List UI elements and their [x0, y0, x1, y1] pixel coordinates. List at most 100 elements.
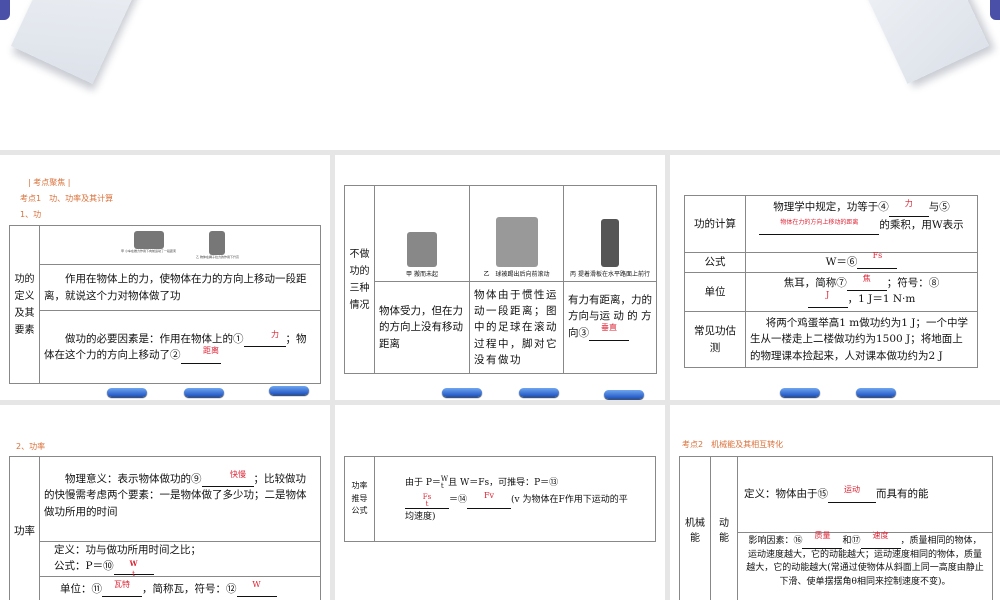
caption: 乙 球被踢出后向前滚动	[483, 271, 550, 279]
slide-thumbnail-6[interactable]: 考点2 机械能及其相互转化 机械能 动能 定义：物体由于⑮ 运动 而具有的能 影响因…	[670, 405, 1000, 600]
topic-title: 考点2 机械能及其相互转化	[682, 440, 784, 449]
row-label: 功的定义及其要素	[9, 225, 40, 384]
decorative-shape-left	[10, 0, 140, 84]
text: ；符号：⑧	[886, 277, 940, 289]
definition-cell: 定义：功与做功所用时间之比； 公式：P＝⑩ Wt	[39, 541, 321, 577]
meaning-cell: 物理意义：表示物体做功的⑨ 快慢 ；比较做功的快慢需考虑两个要素：一是物体做了多少功…	[39, 456, 321, 542]
text: 而具有的能	[876, 488, 929, 501]
person-lifting-image	[407, 232, 437, 268]
definition-text: 作用在物体上的力，使物体在力的方向上移动一段距离，就说这个力对物体做了功	[44, 273, 307, 302]
answer-13-denominator: t	[425, 500, 429, 509]
text: 焦耳，简称⑦	[783, 277, 847, 289]
image-cell-c: 丙 提着滑板在水平路面上前行	[563, 185, 657, 282]
answer-6: Fs	[872, 251, 883, 261]
unit-cell: 焦耳，简称⑦ 焦 ；符号：⑧ J ，1 J＝1 N·m	[745, 272, 978, 312]
text: 由于 P＝	[405, 478, 441, 488]
derivation-cell: 由于 P＝ Wt 且 W＝Fs，可推导：P＝⑬ Fs t ＝⑭ Fv (v 为物体在F作用下…	[374, 456, 656, 542]
desc-b: 物体由于惯性运动一段距离；图中的足球在滚动过程中，脚对它没有做功	[469, 281, 564, 374]
nav-button-2[interactable]	[856, 388, 896, 397]
slide-thumbnail-1[interactable]: | 考点聚焦 | 考点1 功、功率及其计算 1、功 功的定义及其要素 甲 小车在…	[0, 155, 330, 400]
illustration-row: 甲 小车在推力作用下向前运动了一段距离 乙 物体在绳子拉力的作用下升高	[39, 225, 321, 265]
subsection-title: 1、功	[20, 210, 42, 219]
caption: 丙 提着滑板在水平路面上前行	[570, 271, 650, 279]
desc-c: 有力有距离，力的方向与运 动 的 方 向③ 垂直	[563, 281, 657, 374]
answer-2: 距离	[203, 345, 219, 355]
slide-thumbnail-3[interactable]: 功的计算 物理学中规定，功等于④ 力 与⑤ 物体在力的方向上移动的距离 的乘积，用W表示…	[670, 155, 1000, 400]
caption: 甲 搬而未起	[406, 271, 438, 279]
decorative-shape-left-blue	[0, 0, 10, 20]
decorative-shape-right-blue	[990, 0, 1000, 20]
nav-button-3[interactable]	[269, 386, 309, 395]
answer-16: 质量	[814, 530, 831, 540]
text: 做功的必要因素是：作用在物体上的①	[65, 333, 244, 345]
text: 定义：功与做功所用时间之比；	[54, 544, 201, 556]
text: 物体受力，但在力的方向上没有移动距离	[379, 305, 463, 350]
soccer-image	[495, 217, 538, 268]
text: 物理学中规定，功等于④	[773, 201, 889, 213]
answer-3: 垂直	[601, 323, 617, 333]
image-cell-b: 乙 球被踢出后向前滚动	[469, 185, 564, 282]
topic-title: 考点1 功、功率及其计算	[20, 194, 114, 203]
answer-12: W	[252, 579, 261, 589]
nav-button-1[interactable]	[107, 388, 147, 397]
text: ，1 J＝1 N·m	[847, 293, 916, 306]
definition-cell: 定义：物体由于⑮ 运动 而具有的能	[737, 456, 993, 533]
text: 与⑤	[928, 201, 950, 213]
row-label: 常见功估测	[684, 311, 746, 368]
row-label: 功的计算	[684, 195, 746, 253]
boy-skateboard-image	[601, 219, 619, 268]
caption: 甲 小车在推力作用下向前运动了一段距离	[121, 248, 176, 253]
text: 和⑰	[842, 536, 861, 546]
row-label-mechanical-energy: 机械能	[679, 456, 711, 600]
subsection-title: 2、功率	[16, 442, 46, 451]
estimate-cell: 将两个鸡蛋举高1 m做功约为1 J；一个中学生从一楼走上二楼做功约为1500 J…	[745, 311, 978, 368]
caption: 乙 物体在绳子拉力的作用下升高	[196, 254, 239, 259]
answer-1: 力	[271, 329, 279, 339]
factors-cell: 影响因素：⑯质量和⑰速度，质量相同的物体，运动速度越大，它的动能越大；运动速度相…	[737, 530, 993, 600]
answer-4: 力	[904, 199, 913, 209]
text: 物体由于惯性运动一段距离；图中的足球在滚动过程中，脚对它没有做功	[474, 288, 558, 366]
row-label: 公式	[684, 252, 746, 273]
text: ＝⑭	[449, 495, 468, 506]
answer-8: J	[826, 289, 830, 299]
text: 影响因素：⑯	[748, 536, 803, 546]
row-label: 单位	[684, 272, 746, 312]
slide-thumbnail-5[interactable]: 功率推导公式 由于 P＝ Wt 且 W＝Fs，可推导：P＝⑬ Fs t ＝⑭ Fv (v 为…	[335, 405, 665, 600]
answer-17: 速度	[872, 530, 889, 540]
answer-9: 快慢	[230, 469, 246, 479]
answer-11: 瓦特	[114, 579, 130, 589]
row-label-kinetic-energy: 动能	[710, 456, 738, 600]
text: 的乘积，用W表示	[879, 218, 964, 231]
answer-5: 物体在力的方向上移动的距离	[780, 219, 859, 227]
nav-button-2[interactable]	[184, 388, 224, 397]
text: 物理意义：表示物体做功的⑨	[65, 473, 202, 485]
answer-14: Fv	[483, 491, 495, 501]
formula-cell: W＝⑥ Fs	[745, 251, 978, 273]
lift-image	[209, 230, 226, 255]
nav-button-3[interactable]	[604, 390, 644, 399]
slide-thumbnail-4[interactable]: 2、功率 功率 物理意义：表示物体做功的⑨ 快慢 ；比较做功的快慢需考虑两个要素：一…	[0, 405, 330, 600]
answer-15: 运动	[844, 485, 860, 495]
text: ，简称瓦，符号：⑫	[142, 583, 237, 595]
image-cell-a: 甲 搬而未起	[374, 185, 470, 282]
slide-thumbnail-2[interactable]: 不做功的三种情况 甲 搬而未起 乙 球被踢出后向前滚动 丙 提着滑板在水平路面上…	[335, 155, 665, 400]
calc-cell: 物理学中规定，功等于④ 力 与⑤ 物体在力的方向上移动的距离 的乘积，用W表示	[745, 195, 978, 253]
factors-cell: 做功的必要因素是：作用在物体上的① 力；物体在这个力的方向上移动了② 距离	[39, 310, 321, 384]
row-label: 功率推导公式	[344, 456, 375, 542]
nav-button-1[interactable]	[780, 388, 820, 397]
text: 将两个鸡蛋举高1 m做功约为1 J；一个中学生从一楼走上二楼做功约为1500 J…	[750, 317, 968, 362]
text: 定义：物体由于⑮	[744, 488, 828, 501]
unit-cell: 单位：⑪ 瓦特 ，简称瓦，符号：⑫ W	[39, 576, 321, 600]
decorative-shape-right	[860, 0, 990, 84]
title-banner	[0, 0, 1000, 150]
row-label: 功率	[9, 456, 40, 600]
desc-a: 物体受力，但在力的方向上没有移动距离	[374, 281, 470, 374]
answer-7: 焦	[862, 273, 871, 283]
nav-button-1[interactable]	[442, 388, 482, 397]
section-header: | 考点聚焦 |	[28, 178, 71, 187]
nav-button-2[interactable]	[519, 388, 559, 397]
text: 单位：⑪	[60, 583, 102, 595]
definition-cell: 作用在物体上的力，使物体在力的方向上移动一段距离，就说这个力对物体做了功	[39, 264, 321, 311]
text: 公式：P＝⑩	[54, 560, 114, 573]
text: W＝⑥	[825, 256, 858, 269]
